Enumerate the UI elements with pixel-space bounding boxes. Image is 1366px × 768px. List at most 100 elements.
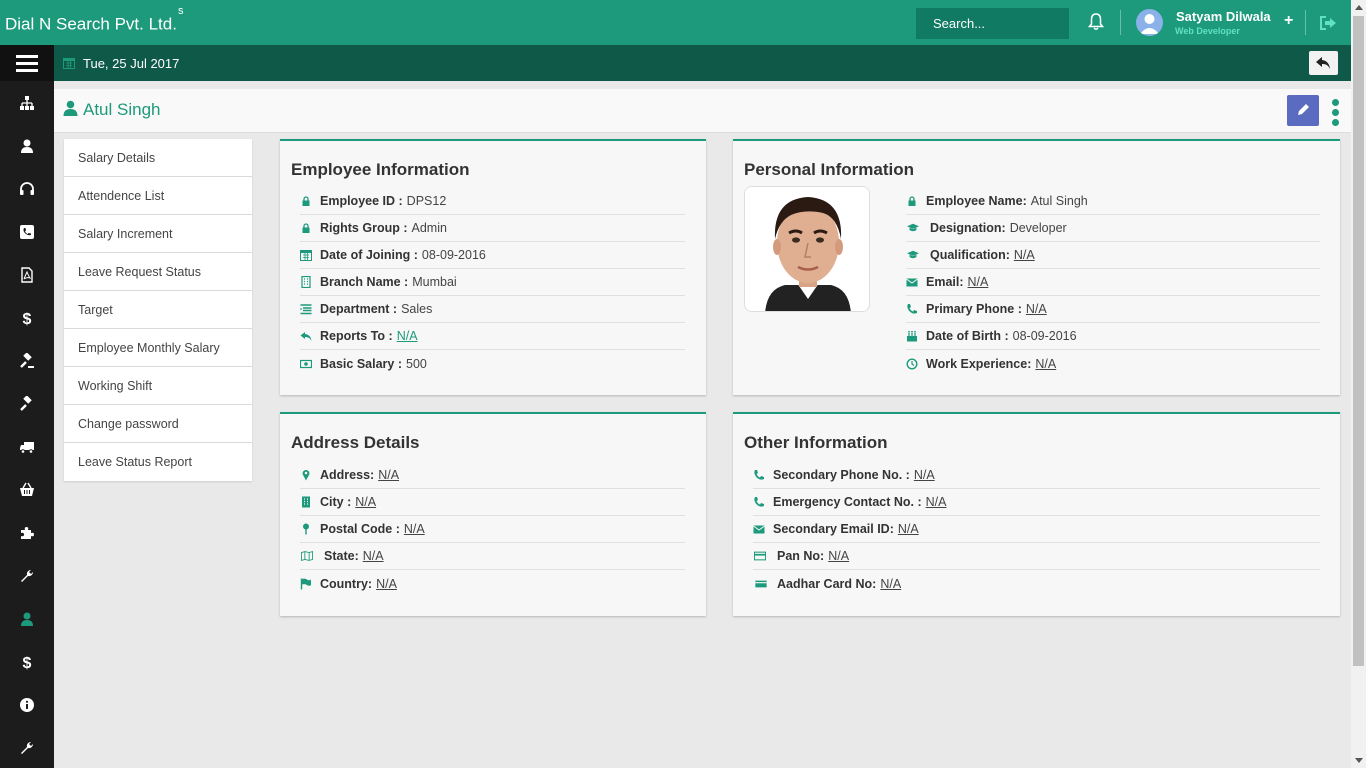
submenu-salary-details[interactable]: Salary Details xyxy=(64,139,252,177)
nav-settings[interactable] xyxy=(0,726,54,768)
nav-puzzle[interactable] xyxy=(0,511,54,554)
envelope-icon xyxy=(906,276,918,288)
lock-icon xyxy=(300,195,312,207)
nav-dollar[interactable]: $ xyxy=(0,296,54,339)
row-label: Department : xyxy=(320,302,398,316)
email-link[interactable]: N/A xyxy=(968,275,989,289)
nav-basket[interactable] xyxy=(0,468,54,511)
submenu-working-shift[interactable]: Working Shift xyxy=(64,367,252,405)
row-label: Designation: xyxy=(930,221,1006,235)
nav-dollar-2[interactable]: $ xyxy=(0,640,54,683)
submenu-change-password[interactable]: Change password xyxy=(64,405,252,443)
address-link[interactable]: N/A xyxy=(378,468,399,482)
work-experience-link[interactable]: N/A xyxy=(1035,357,1056,371)
card-title: Personal Information xyxy=(744,160,915,179)
svg-text:$: $ xyxy=(23,655,32,670)
nav-info[interactable] xyxy=(0,683,54,726)
divider xyxy=(1305,10,1306,35)
logout-icon[interactable] xyxy=(1319,15,1337,31)
nav-phone[interactable] xyxy=(0,210,54,253)
brand-logo[interactable]: Dial N Search Pvt. Ltd.s xyxy=(5,5,183,35)
pin-icon xyxy=(300,523,312,535)
top-bar: Dial N Search Pvt. Ltd.s Satyam Dilwala … xyxy=(0,0,1351,45)
back-button[interactable] xyxy=(1309,51,1338,75)
row-label: Employee ID : xyxy=(320,194,403,208)
submenu-attendence-list[interactable]: Attendence List xyxy=(64,177,252,215)
row-label: Work Experience: xyxy=(926,356,1032,371)
birthday-cake-icon xyxy=(906,330,918,342)
puzzle-icon xyxy=(21,526,34,539)
submenu-leave-request-status[interactable]: Leave Request Status xyxy=(64,253,252,291)
scroll-down-arrow[interactable] xyxy=(1355,758,1363,763)
phone-icon xyxy=(20,224,34,239)
primary-phone-link[interactable]: N/A xyxy=(1026,302,1047,316)
secondary-phone-link[interactable]: N/A xyxy=(914,468,935,482)
info-row: State: N/A xyxy=(300,543,685,570)
info-row: Qualification: N/A xyxy=(906,242,1320,269)
phone-icon xyxy=(753,496,765,508)
nav-pdf[interactable] xyxy=(0,253,54,296)
card-title: Employee Information xyxy=(291,160,470,179)
submenu-target[interactable]: Target xyxy=(64,291,252,329)
envelope-icon xyxy=(753,523,765,535)
map-icon xyxy=(300,550,314,562)
submenu-salary-increment[interactable]: Salary Increment xyxy=(64,215,252,253)
lock-icon xyxy=(906,195,918,207)
map-marker-icon xyxy=(300,469,312,481)
row-label: Aadhar Card No: xyxy=(777,576,877,591)
scrollbar-thumb[interactable] xyxy=(1353,16,1364,666)
user-icon xyxy=(21,139,33,153)
submenu-leave-status-report[interactable]: Leave Status Report xyxy=(64,443,252,481)
employee-photo xyxy=(744,186,870,312)
user-avatar[interactable] xyxy=(1136,9,1163,36)
nav-truck[interactable] xyxy=(0,425,54,468)
credit-card-icon xyxy=(753,550,767,562)
nav-user-active[interactable] xyxy=(0,597,54,640)
row-label: Pan No: xyxy=(777,549,825,563)
nav-gavel-2[interactable] xyxy=(0,382,54,425)
secondary-email-link[interactable]: N/A xyxy=(898,522,919,536)
nav-wrench[interactable] xyxy=(0,554,54,597)
add-button[interactable]: + xyxy=(1284,12,1293,30)
aadhar-card-link[interactable]: N/A xyxy=(880,577,901,591)
row-value: 08-09-2016 xyxy=(1012,329,1077,343)
row-label: Postal Code : xyxy=(320,522,400,536)
row-value: Sales xyxy=(401,302,433,316)
row-label: Date of Birth : xyxy=(926,329,1009,343)
pan-no-link[interactable]: N/A xyxy=(828,549,849,563)
row-label: Date of Joining : xyxy=(320,248,418,262)
info-row: Primary Phone : N/A xyxy=(906,296,1320,323)
employee-submenu: Salary Details Attendence List Salary In… xyxy=(64,139,252,481)
bell-icon[interactable] xyxy=(1088,13,1104,31)
graduation-cap-icon xyxy=(906,249,920,261)
user-name[interactable]: Satyam Dilwala xyxy=(1176,9,1271,24)
hamburger-menu-button[interactable] xyxy=(0,45,54,81)
emergency-contact-link[interactable]: N/A xyxy=(926,495,947,509)
country-link[interactable]: N/A xyxy=(376,577,397,591)
postal-code-link[interactable]: N/A xyxy=(404,522,425,536)
vertical-scrollbar[interactable] xyxy=(1351,0,1366,768)
info-row: Branch Name : Mumbai xyxy=(300,269,685,296)
search-input[interactable] xyxy=(916,8,1069,39)
page-title: Atul Singh xyxy=(83,100,161,119)
edit-button[interactable] xyxy=(1287,95,1319,126)
info-row: Employee ID : DPS12 xyxy=(300,188,685,215)
qualification-link[interactable]: N/A xyxy=(1014,248,1035,262)
info-row: Postal Code : N/A xyxy=(300,516,685,543)
nav-support[interactable] xyxy=(0,167,54,210)
state-link[interactable]: N/A xyxy=(363,549,384,563)
city-link[interactable]: N/A xyxy=(355,495,376,509)
money-icon xyxy=(300,358,312,370)
brand-superscript: s xyxy=(177,5,184,17)
nav-user[interactable] xyxy=(0,124,54,167)
nav-gavel[interactable] xyxy=(0,339,54,382)
left-sidebar: $ $ xyxy=(0,81,54,768)
date-bar xyxy=(0,45,1351,81)
list-icon xyxy=(300,303,312,315)
user-icon xyxy=(21,612,33,626)
scroll-up-arrow[interactable] xyxy=(1355,5,1363,10)
nav-sitemap[interactable] xyxy=(0,81,54,124)
reports-to-link[interactable]: N/A xyxy=(397,329,418,343)
submenu-employee-monthly-salary[interactable]: Employee Monthly Salary xyxy=(64,329,252,367)
more-options-icon[interactable] xyxy=(1332,99,1340,127)
